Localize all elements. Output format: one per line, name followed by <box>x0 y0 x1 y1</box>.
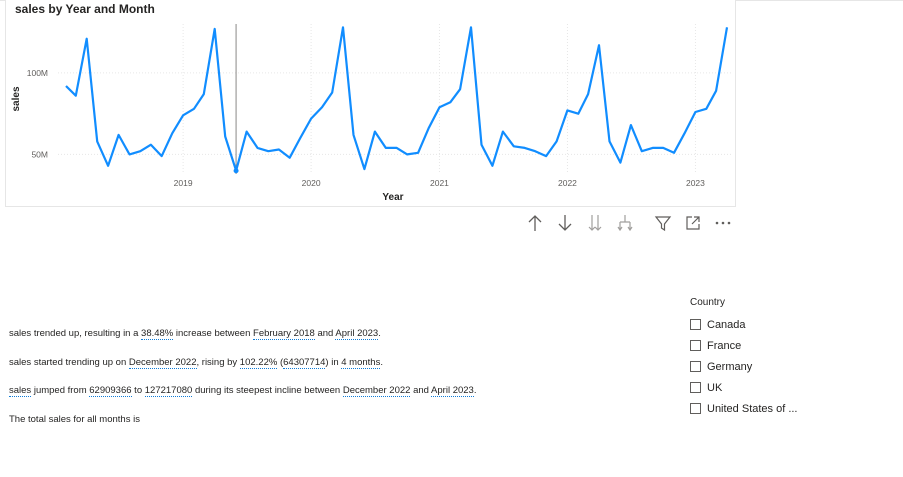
narrative-paragraph-1: sales trended up, resulting in a 38.48% … <box>9 328 649 340</box>
filter-icon <box>654 216 672 232</box>
slicer-item-uk[interactable]: UK <box>690 377 840 398</box>
narrative-paragraph-2: sales started trending up on December 20… <box>9 356 649 369</box>
x-axis-title: Year <box>382 192 403 203</box>
line-chart-visual[interactable]: sales by Year and Month 50M 100M 2019 2020… <box>5 0 736 207</box>
go-to-next-level-button[interactable] <box>580 212 610 234</box>
narrative-value[interactable]: 4 months <box>341 356 381 369</box>
smart-narrative: sales trended up, resulting in a 38.48% … <box>9 328 649 442</box>
x-tick-label: 2020 <box>302 178 321 188</box>
narrative-paragraph-3: sales jumped from 62909366 to 127217080 … <box>9 385 649 397</box>
slicer-item-label: France <box>707 339 742 352</box>
slicer-item-france[interactable]: France <box>690 335 840 356</box>
checkbox[interactable] <box>690 382 701 393</box>
narrative-value[interactable]: April 2023 <box>431 385 474 397</box>
country-slicer: Country Canada France Germany UK United … <box>690 297 840 419</box>
x-tick-label: 2019 <box>174 178 193 188</box>
narrative-value[interactable]: sales <box>9 385 32 397</box>
expand-hierarchy-button[interactable] <box>610 212 640 234</box>
slicer-item-united-states[interactable]: United States of ... <box>690 398 840 419</box>
focus-mode-icon <box>686 216 700 230</box>
y-axis-title: sales <box>11 86 22 111</box>
slicer-item-label: Canada <box>707 318 746 331</box>
slicer-item-label: United States of ... <box>707 402 798 415</box>
slicer-item-canada[interactable]: Canada <box>690 314 840 335</box>
narrative-text: and <box>314 328 336 339</box>
visual-header-toolbar <box>520 212 738 234</box>
expand-hierarchy-icon <box>617 215 633 232</box>
drill-up-button[interactable] <box>520 212 550 234</box>
narrative-text: . <box>380 356 383 368</box>
slicer-title: Country <box>690 297 726 308</box>
filter-button[interactable] <box>648 212 678 234</box>
narrative-text: jumped from <box>31 385 90 396</box>
data-point[interactable] <box>233 168 239 174</box>
narrative-value[interactable]: December 2022 <box>128 356 197 369</box>
narrative-text: increase between <box>173 328 254 339</box>
more-options-icon <box>715 221 731 225</box>
checkbox[interactable] <box>690 319 701 330</box>
double-arrow-down-icon <box>588 215 602 231</box>
x-tick-label: 2023 <box>686 178 705 188</box>
narrative-value[interactable]: April 2023 <box>335 328 379 340</box>
narrative-value[interactable]: 62909366 <box>89 385 132 397</box>
narrative-value[interactable]: 102.22% <box>239 356 278 369</box>
narrative-text: to <box>131 385 145 396</box>
more-options-button[interactable] <box>708 212 738 234</box>
narrative-text: . <box>473 385 477 396</box>
x-tick-label: 2021 <box>430 178 449 188</box>
y-tick-label: 50M <box>31 149 48 159</box>
narrative-value[interactable]: December 2022 <box>342 385 411 397</box>
series-line-sales[interactable] <box>65 26 729 172</box>
narrative-value[interactable]: 64307714 <box>283 356 326 369</box>
checkbox[interactable] <box>690 403 701 414</box>
checkbox[interactable] <box>690 340 701 351</box>
arrow-up-icon <box>528 215 542 231</box>
arrow-down-icon <box>558 215 572 231</box>
narrative-text: ) in <box>325 356 342 368</box>
slicer-item-label: Germany <box>707 360 753 373</box>
narrative-text: during its steepest incline between <box>192 385 343 396</box>
line-chart[interactable]: 50M 100M 2019 2020 2021 2022 2023 sales Year <box>6 0 737 207</box>
slicer-item-germany[interactable]: Germany <box>690 356 840 377</box>
slicer-item-label: UK <box>707 381 723 394</box>
y-tick-label: 100M <box>27 68 48 78</box>
checkbox[interactable] <box>690 361 701 372</box>
focus-mode-button[interactable] <box>678 212 708 234</box>
narrative-text: . <box>378 328 381 339</box>
narrative-value[interactable]: 38.48% <box>141 328 174 340</box>
narrative-text: , rising by <box>196 356 240 368</box>
x-tick-label: 2022 <box>558 178 577 188</box>
narrative-text: sales trended up, resulting in a <box>9 328 142 339</box>
narrative-value[interactable]: 127217080 <box>144 385 193 397</box>
drill-down-button[interactable] <box>550 212 580 234</box>
narrative-text: sales started trending up on <box>9 356 129 368</box>
narrative-paragraph-4: The total sales for all months is <box>9 413 140 425</box>
narrative-text: and <box>410 385 432 396</box>
narrative-value[interactable]: February 2018 <box>253 328 315 340</box>
